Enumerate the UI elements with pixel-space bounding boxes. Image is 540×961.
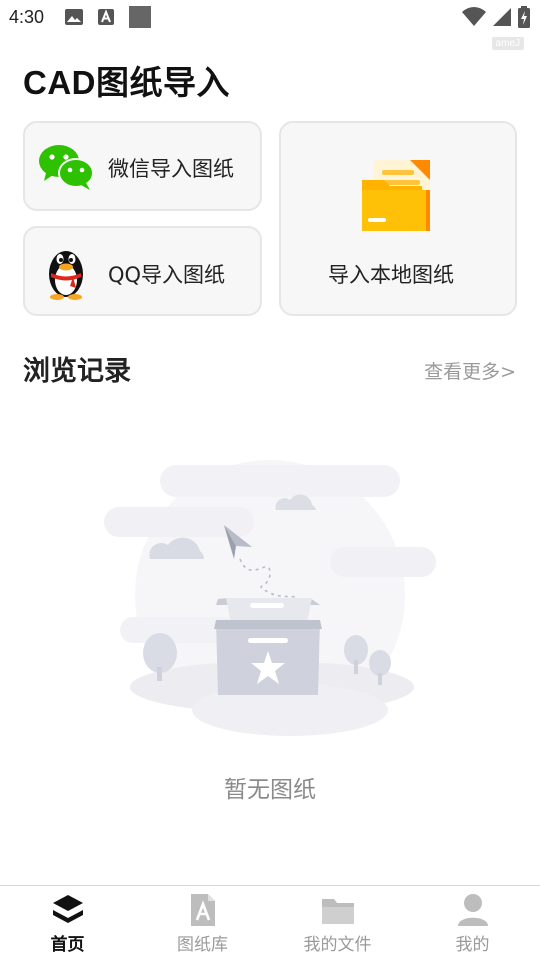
local-import-label: 导入本地图纸 — [328, 263, 454, 287]
wechat-icon — [38, 143, 94, 195]
tab-drawing-library-label: 图纸库 — [177, 935, 228, 955]
tab-drawing-library[interactable]: 图纸库 — [135, 886, 270, 961]
drawing-library-icon — [189, 893, 217, 931]
image-notification-icon — [64, 8, 84, 30]
qq-penguin-icon — [42, 244, 90, 304]
page-title: CAD图纸导入 — [23, 64, 230, 101]
wifi-icon — [462, 7, 486, 31]
tab-profile-label: 我的 — [455, 935, 490, 955]
tab-home-label: 首页 — [50, 935, 85, 955]
home-layers-icon — [51, 893, 85, 931]
history-section-title: 浏览记录 — [23, 356, 131, 387]
watermark-badge: ameJ — [491, 37, 524, 50]
tab-my-files-label: 我的文件 — [303, 935, 372, 955]
folder-icon — [321, 895, 355, 929]
wechat-import-label: 微信导入图纸 — [108, 157, 234, 181]
font-a-notification-icon — [97, 8, 115, 30]
folder-icon — [360, 156, 438, 238]
view-more-link[interactable]: 查看更多> — [424, 357, 516, 384]
square-notification-icon — [129, 6, 151, 32]
status-bar: 4:30 — [0, 0, 540, 36]
status-time: 4:30 — [9, 7, 45, 27]
cell-signal-icon — [492, 7, 512, 31]
empty-state-illustration — [100, 455, 440, 759]
qq-import-label: QQ导入图纸 — [108, 263, 226, 287]
bottom-tab-bar: 首页 图纸库 我的文件 我的 — [0, 885, 540, 961]
battery-charging-icon — [518, 6, 530, 32]
local-import-card[interactable]: 导入本地图纸 — [279, 121, 517, 316]
tab-my-files[interactable]: 我的文件 — [270, 886, 405, 961]
qq-import-card[interactable]: QQ导入图纸 — [23, 226, 262, 316]
user-icon — [457, 893, 489, 931]
tab-home[interactable]: 首页 — [0, 886, 135, 961]
tab-profile[interactable]: 我的 — [405, 886, 540, 961]
empty-state-text: 暂无图纸 — [224, 777, 316, 803]
wechat-import-card[interactable]: 微信导入图纸 — [23, 121, 262, 211]
